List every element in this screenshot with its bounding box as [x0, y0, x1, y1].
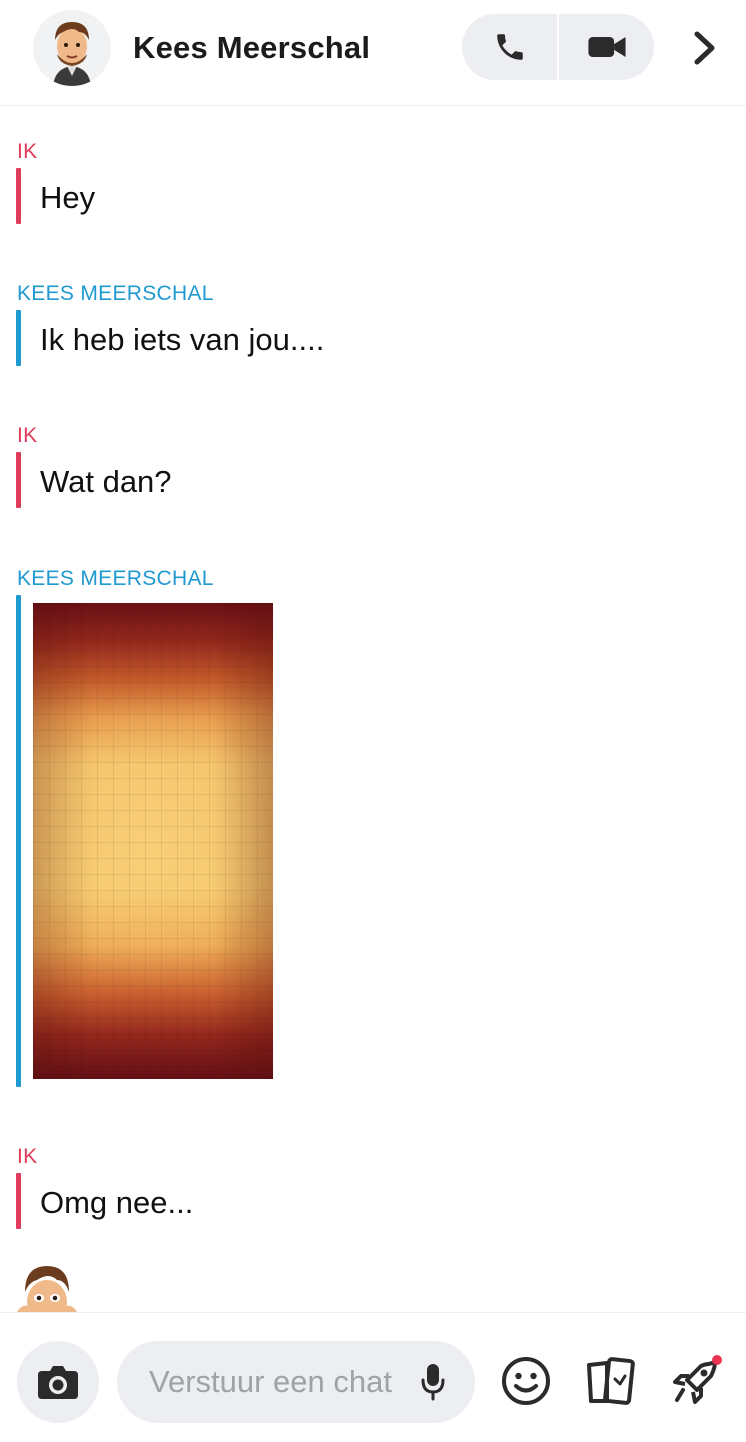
contact-name[interactable]: Kees Meerschal	[133, 28, 370, 68]
message-bar	[16, 168, 21, 224]
rocket-icon	[673, 1355, 722, 1404]
message-sender: IK	[17, 140, 38, 163]
camera-button[interactable]	[17, 1341, 99, 1423]
bitmoji-avatar-icon	[33, 10, 111, 86]
smiley-icon	[502, 1357, 550, 1405]
chat-composer	[0, 1312, 746, 1442]
video-call-button[interactable]	[559, 14, 654, 80]
call-buttons	[462, 14, 654, 80]
message-sender: IK	[17, 1145, 38, 1168]
message-sender: KEES MEERSCHAL	[17, 282, 214, 305]
message-text[interactable]: Wat dan?	[40, 462, 172, 502]
chat-header: Kees Meerschal	[0, 0, 746, 106]
message-bar	[16, 595, 21, 1087]
video-camera-icon	[587, 37, 626, 57]
cards-icon	[587, 1357, 635, 1405]
message-bar	[16, 1173, 21, 1229]
contact-avatar[interactable]	[33, 10, 111, 86]
camera-icon	[38, 1366, 78, 1399]
message-bar	[16, 310, 21, 366]
presence-bitmoji	[9, 1262, 85, 1312]
voice-call-button[interactable]	[462, 14, 557, 80]
message-text[interactable]: Hey	[40, 178, 95, 218]
stickers-button[interactable]	[582, 1353, 638, 1409]
chevron-right-icon	[694, 31, 715, 65]
microphone-icon	[421, 1364, 445, 1401]
phone-icon	[496, 34, 523, 60]
media-pixel-grid	[33, 603, 273, 1079]
emoji-button[interactable]	[498, 1353, 554, 1409]
message-text[interactable]: Omg nee...	[40, 1183, 193, 1223]
message-media-image[interactable]	[33, 603, 273, 1079]
message-sender: KEES MEERSCHAL	[17, 567, 214, 590]
message-text[interactable]: Ik heb iets van jou....	[40, 320, 324, 360]
chat-screen: Kees Meerschal IK Hey KEES MEERSCHAL Ik …	[0, 0, 746, 1442]
forward-button[interactable]	[682, 22, 728, 74]
games-button[interactable]	[668, 1353, 724, 1409]
bitmoji-peek-icon	[17, 1266, 77, 1312]
message-sender: IK	[17, 424, 38, 447]
mic-button[interactable]	[415, 1361, 451, 1403]
message-bar	[16, 452, 21, 508]
